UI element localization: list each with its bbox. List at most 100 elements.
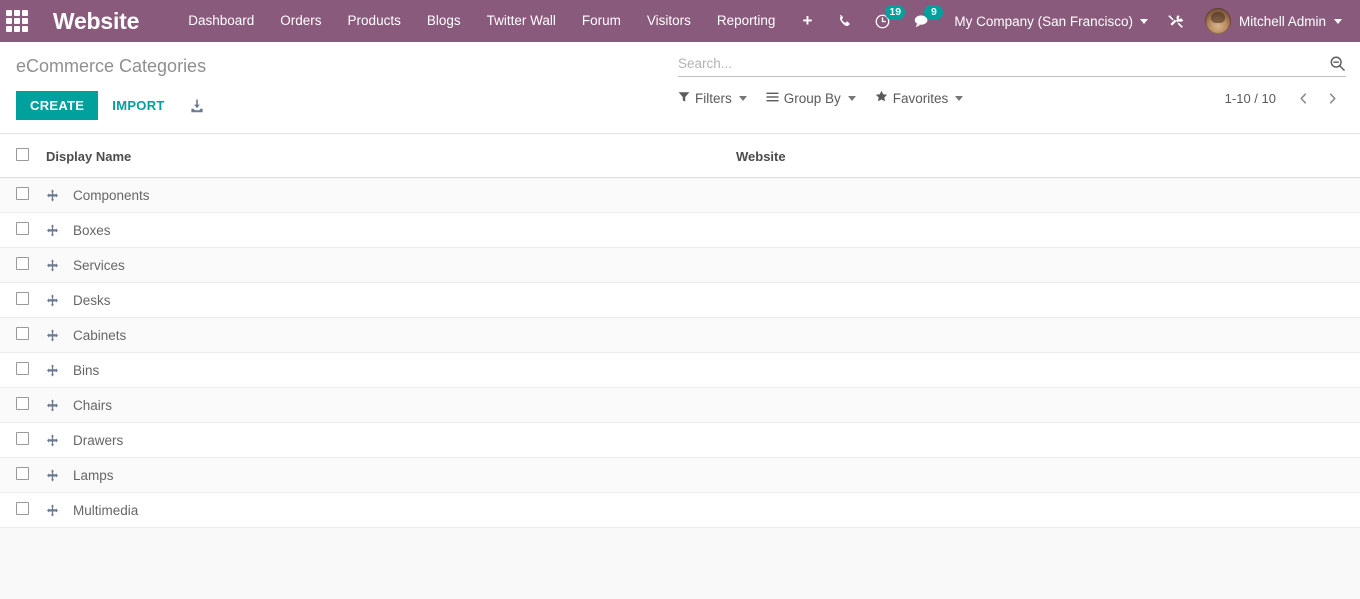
chevron-right-icon[interactable] [1319, 90, 1346, 107]
cell-display-name: Cabinets [46, 318, 736, 353]
group-lines-icon [766, 91, 779, 106]
user-name-label: Mitchell Admin [1238, 13, 1326, 29]
download-export-icon[interactable] [179, 92, 215, 120]
menu-item-forum[interactable]: Forum [569, 0, 634, 42]
group-by-dropdown[interactable]: Group By [766, 89, 865, 108]
row-checkbox[interactable] [16, 432, 29, 445]
menu-item-dashboard[interactable]: Dashboard [175, 0, 267, 42]
row-checkbox[interactable] [16, 292, 29, 305]
select-all-checkbox[interactable] [16, 148, 29, 161]
cell-website [736, 283, 1360, 318]
favorites-label: Favorites [892, 90, 949, 106]
drag-handle-icon[interactable] [46, 188, 59, 202]
chevron-down-icon [738, 95, 747, 101]
main-menu: Dashboard Orders Products Blogs Twitter … [175, 0, 826, 42]
favorites-dropdown[interactable]: Favorites [875, 88, 973, 108]
menu-item-blogs[interactable]: Blogs [414, 0, 474, 42]
cell-website [736, 178, 1360, 213]
table-row[interactable]: Lamps [0, 457, 1360, 493]
drag-handle-icon[interactable] [46, 398, 59, 412]
tools-icon[interactable] [1156, 0, 1195, 42]
company-switcher[interactable]: My Company (San Francisco) [942, 14, 1156, 29]
row-checkbox[interactable] [16, 362, 29, 375]
column-header-website[interactable]: Website [736, 134, 1360, 178]
cell-display-name: Drawers [46, 423, 736, 458]
filter-toolbar: Filters Group By Favorites 1-10 / 10 [678, 88, 1346, 108]
search-bar[interactable] [678, 54, 1346, 77]
row-select-cell [0, 388, 46, 423]
drag-handle-icon[interactable] [46, 293, 59, 307]
import-button[interactable]: IMPORT [98, 91, 178, 120]
row-checkbox[interactable] [16, 397, 29, 410]
cell-display-name: Bins [46, 353, 736, 388]
row-checkbox[interactable] [16, 327, 29, 340]
menu-item-visitors[interactable]: Visitors [634, 0, 704, 42]
row-label: Services [73, 257, 125, 273]
pager-count[interactable]: 1-10 / 10 [1225, 91, 1288, 106]
row-select-cell [0, 213, 46, 248]
drag-handle-icon[interactable] [46, 363, 59, 377]
table-row[interactable]: Multimedia [0, 492, 1360, 528]
chevron-left-icon[interactable] [1290, 90, 1317, 107]
cell-website [736, 353, 1360, 388]
plus-icon[interactable]: + [788, 0, 826, 42]
row-checkbox[interactable] [16, 257, 29, 270]
star-icon [875, 90, 888, 106]
records-table: Display Name Website Components Boxes Se… [0, 134, 1360, 528]
activity-menu-button[interactable]: 19 [863, 0, 906, 42]
drag-handle-icon[interactable] [46, 503, 59, 517]
search-magnifier-icon[interactable] [1323, 55, 1346, 72]
create-button[interactable]: CREATE [16, 91, 99, 120]
messaging-menu-button[interactable]: 9 [902, 0, 944, 42]
control-panel: eCommerce Categories CREATE IMPORT Searc… [0, 42, 1360, 134]
table-header: Display Name Website [0, 134, 1360, 178]
menu-item-orders[interactable]: Orders [267, 0, 334, 42]
drag-handle-icon[interactable] [46, 223, 59, 237]
drag-handle-icon[interactable] [46, 258, 59, 272]
cell-website [736, 213, 1360, 248]
column-header-display-name[interactable]: Display Name [46, 134, 736, 178]
search-input[interactable] [678, 54, 1323, 73]
search-panel: Filters Group By [678, 54, 1346, 108]
row-checkbox[interactable] [16, 502, 29, 515]
table-row[interactable]: Services [0, 247, 1360, 283]
row-label: Chairs [73, 397, 113, 413]
drag-handle-icon[interactable] [46, 328, 59, 342]
row-label: Multimedia [73, 502, 139, 518]
row-label: Cabinets [73, 327, 127, 343]
row-label: Lamps [73, 467, 114, 483]
chevron-down-icon [1139, 18, 1148, 24]
row-checkbox[interactable] [16, 222, 29, 235]
menu-item-reporting[interactable]: Reporting [704, 0, 789, 42]
table-row[interactable]: Desks [0, 282, 1360, 318]
table-row[interactable]: Bins [0, 352, 1360, 388]
row-select-cell [0, 318, 46, 353]
user-avatar [1204, 8, 1231, 34]
drag-handle-icon[interactable] [46, 433, 59, 447]
user-menu[interactable]: Mitchell Admin [1195, 8, 1350, 34]
table-row[interactable]: Components [0, 177, 1360, 213]
chevron-down-icon [1334, 18, 1342, 24]
phone-icon[interactable] [826, 0, 863, 42]
table-row[interactable]: Cabinets [0, 317, 1360, 353]
row-select-cell [0, 178, 46, 213]
row-select-cell [0, 423, 46, 458]
table-row[interactable]: Drawers [0, 422, 1360, 458]
drag-handle-icon[interactable] [46, 468, 59, 482]
cell-website [736, 493, 1360, 528]
filters-dropdown[interactable]: Filters [678, 89, 756, 108]
row-checkbox[interactable] [16, 467, 29, 480]
menu-item-twitter-wall[interactable]: Twitter Wall [474, 0, 569, 42]
filters-label: Filters [695, 90, 732, 106]
menu-item-products[interactable]: Products [335, 0, 414, 42]
apps-grid-icon[interactable] [0, 0, 35, 42]
cell-display-name: Multimedia [46, 493, 736, 528]
app-brand-title[interactable]: Website [35, 8, 153, 35]
table-row[interactable]: Boxes [0, 212, 1360, 248]
breadcrumb[interactable]: eCommerce Categories [16, 42, 206, 83]
row-checkbox[interactable] [16, 187, 29, 200]
company-name-label: My Company (San Francisco) [954, 13, 1133, 29]
table-row[interactable]: Chairs [0, 387, 1360, 423]
chevron-down-icon [955, 95, 964, 101]
row-select-cell [0, 248, 46, 283]
